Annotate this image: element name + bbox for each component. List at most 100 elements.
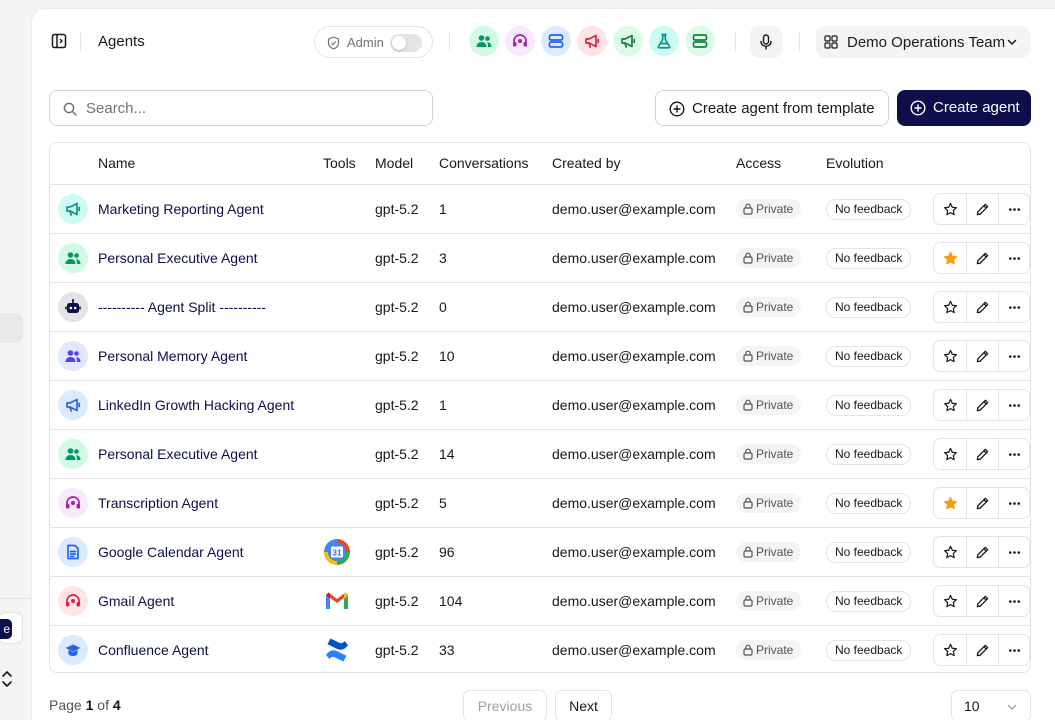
table-row[interactable]: Personal Memory Agent gpt-5.2 10 demo.user@… (50, 331, 1030, 380)
header-divider (735, 33, 736, 51)
favorite-button[interactable] (934, 439, 966, 469)
favorite-button[interactable] (934, 243, 966, 273)
access-label: Private (756, 349, 794, 363)
table-row[interactable]: LinkedIn Growth Hacking Agent gpt-5.2 1 dem… (50, 380, 1030, 429)
agent-shortcut-megaphone-icon[interactable] (613, 26, 643, 56)
more-options-button[interactable] (998, 488, 1030, 518)
column-header-created-by[interactable]: Created by (552, 143, 620, 184)
edit-button[interactable] (966, 537, 998, 567)
search-box[interactable] (49, 90, 433, 126)
admin-toggle[interactable]: Admin (314, 26, 433, 58)
agent-name[interactable]: Google Calendar Agent (98, 528, 244, 576)
more-options-button[interactable] (998, 194, 1030, 224)
chevron-up-down-icon[interactable] (1, 670, 13, 688)
edit-button[interactable] (966, 292, 998, 322)
agent-shortcut-server-icon[interactable] (685, 26, 715, 56)
agent-avatar (58, 635, 88, 665)
favorite-button[interactable] (934, 488, 966, 518)
agent-shortcut-megaphone-icon[interactable] (577, 26, 607, 56)
favorite-button[interactable] (934, 390, 966, 420)
more-options-button[interactable] (998, 635, 1030, 665)
edit-button[interactable] (966, 194, 998, 224)
agent-name[interactable]: Personal Executive Agent (98, 234, 258, 282)
favorite-button[interactable] (934, 537, 966, 567)
favorite-button[interactable] (934, 635, 966, 665)
table-row[interactable]: Google Calendar Agent 31 gpt-5.2 96 demo.use… (50, 527, 1030, 576)
people-icon (65, 252, 81, 264)
robot-icon (65, 299, 81, 313)
agent-creator: demo.user@example.com (552, 299, 716, 315)
column-header-model[interactable]: Model (375, 143, 413, 184)
star-filled-icon (943, 251, 957, 264)
microphone-button[interactable] (750, 26, 782, 58)
column-header-evolution[interactable]: Evolution (826, 143, 884, 184)
create-agent-button[interactable]: Create agent (897, 90, 1031, 126)
edit-button[interactable] (966, 390, 998, 420)
sidebar-button[interactable]: e (0, 612, 23, 644)
agent-shortcut-people-icon[interactable] (469, 26, 499, 56)
agent-name[interactable]: Marketing Reporting Agent (98, 185, 264, 233)
agent-name[interactable]: Transcription Agent (98, 479, 218, 527)
agent-avatar (58, 586, 88, 616)
agent-name[interactable]: Personal Memory Agent (98, 332, 247, 380)
sidebar-toggle-icon[interactable] (51, 33, 67, 49)
team-selector[interactable]: Demo Operations Team (816, 26, 1030, 58)
favorite-button[interactable] (934, 586, 966, 616)
sidebar-button-label: e (0, 619, 12, 639)
server-icon (548, 34, 564, 48)
previous-page-button[interactable]: Previous (463, 690, 547, 720)
agent-shortcut-flask-icon[interactable] (649, 26, 679, 56)
svg-text:31: 31 (333, 549, 342, 558)
agent-name[interactable]: LinkedIn Growth Hacking Agent (98, 381, 294, 429)
edit-button[interactable] (966, 635, 998, 665)
headset-icon (513, 34, 527, 47)
more-options-button[interactable] (998, 292, 1030, 322)
edit-button[interactable] (966, 488, 998, 518)
edit-button[interactable] (966, 439, 998, 469)
more-options-button[interactable] (998, 390, 1030, 420)
agent-name[interactable]: ---------- Agent Split ---------- (98, 283, 266, 331)
pencil-icon (976, 497, 989, 509)
sidebar-active-item[interactable] (0, 313, 23, 343)
table-row[interactable]: Personal Executive Agent gpt-5.2 14 demo.us… (50, 429, 1030, 478)
favorite-button[interactable] (934, 341, 966, 371)
agent-name[interactable]: Gmail Agent (98, 577, 174, 625)
admin-switch[interactable] (390, 34, 422, 52)
column-header-conversations[interactable]: Conversations (439, 143, 529, 184)
search-icon (63, 102, 77, 116)
more-options-button[interactable] (998, 243, 1030, 273)
agent-name[interactable]: Confluence Agent (98, 626, 209, 672)
table-row[interactable]: ---------- Agent Split ---------- gpt-5.2… (50, 282, 1030, 331)
table-row[interactable]: Confluence Agent gpt-5.2 33 demo.user@examp… (50, 625, 1030, 672)
edit-button[interactable] (966, 586, 998, 616)
sidebar: e (0, 0, 31, 720)
pencil-icon (976, 252, 989, 264)
column-header-access[interactable]: Access (736, 143, 781, 184)
edit-button[interactable] (966, 341, 998, 371)
table-row[interactable]: Transcription Agent gpt-5.2 5 demo.user@exa… (50, 478, 1030, 527)
more-horizontal-icon (1008, 207, 1021, 211)
table-row[interactable]: Marketing Reporting Agent gpt-5.2 1 demo.us… (50, 184, 1030, 233)
evolution-badge: No feedback (826, 199, 912, 220)
more-options-button[interactable] (998, 341, 1030, 371)
column-header-name[interactable]: Name (98, 143, 135, 184)
create-from-template-button[interactable]: Create agent from template (655, 90, 889, 126)
search-input[interactable] (86, 98, 416, 118)
next-page-button[interactable]: Next (555, 690, 612, 720)
chevron-down-icon (1007, 39, 1017, 45)
table-row[interactable]: Gmail Agent gpt-5.2 104 demo.user@example.c… (50, 576, 1030, 625)
favorite-button[interactable] (934, 292, 966, 322)
access-badge: Private (736, 248, 802, 268)
more-horizontal-icon (1008, 599, 1021, 603)
access-badge: Private (736, 542, 802, 562)
agent-shortcut-headset-icon[interactable] (505, 26, 535, 56)
edit-button[interactable] (966, 243, 998, 273)
agent-shortcut-server-icon[interactable] (541, 26, 571, 56)
more-options-button[interactable] (998, 439, 1030, 469)
agent-name[interactable]: Personal Executive Agent (98, 430, 258, 478)
page-size-select[interactable]: 10 (951, 690, 1031, 720)
table-row[interactable]: Personal Executive Agent gpt-5.2 3 demo.use… (50, 233, 1030, 282)
more-options-button[interactable] (998, 537, 1030, 567)
more-options-button[interactable] (998, 586, 1030, 616)
favorite-button[interactable] (934, 194, 966, 224)
